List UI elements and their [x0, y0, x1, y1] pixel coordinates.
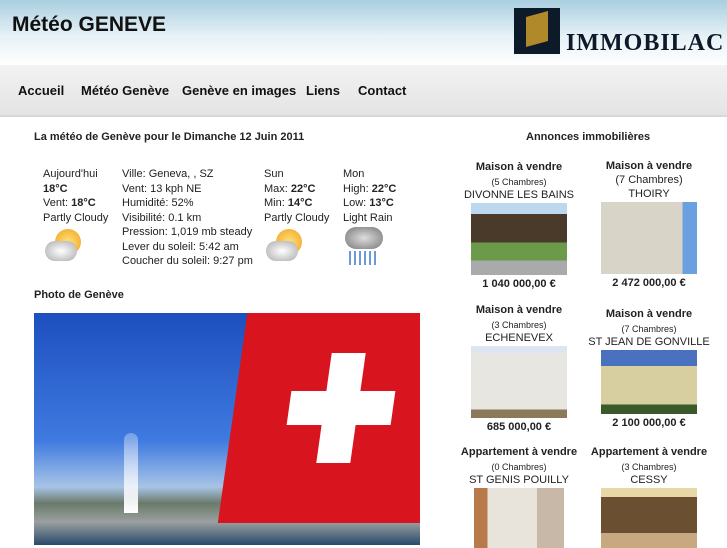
listing-rooms: (7 Chambres)	[615, 174, 683, 186]
weather-details: Ville: Geneva, , SZ Vent: 13 kph NE Humi…	[122, 167, 253, 269]
listing-photo[interactable]	[601, 488, 697, 548]
mon-min-label: Low:	[343, 197, 370, 209]
mon-min: 13°C	[369, 197, 394, 209]
detail-humidity: Humidité: 52%	[122, 197, 194, 209]
listing-rooms: (3 Chambres)	[491, 320, 547, 330]
detail-wind: Vent: 13 kph NE	[122, 182, 202, 195]
swiss-flag	[217, 313, 420, 523]
listing-price: 685 000,00 €	[486, 421, 552, 433]
listing-price: 1 040 000,00 €	[482, 278, 556, 290]
listing-city: ST JEAN DE GONVILLE	[588, 336, 710, 348]
listing-photo[interactable]	[471, 346, 567, 418]
listing-type: Appartement à vendre	[460, 446, 578, 458]
listing-photo[interactable]	[474, 488, 564, 548]
listing-rooms: (7 Chambres)	[621, 324, 677, 334]
listing-card[interactable]: Maison à vendre (7 Chambres) THOIRY 2 47…	[584, 160, 714, 289]
listing-city: ECHENEVEX	[485, 332, 553, 344]
listing-city: CESSY	[630, 474, 668, 486]
today-temp: 18°C	[43, 182, 68, 195]
main-nav: Accueil Météo Genève Genève en images Li…	[0, 65, 727, 117]
listing-type: Maison à vendre	[605, 160, 693, 172]
nav-liens[interactable]: Liens	[306, 83, 340, 98]
detail-sunrise: Lever du soleil: 5:42 am	[122, 240, 239, 253]
detail-visibility: Visibilité: 0.1 km	[122, 211, 202, 224]
listing-photo[interactable]	[601, 350, 697, 414]
sun-min-label: Min:	[264, 197, 288, 209]
today-label: Aujourd'hui	[43, 168, 98, 180]
nav-meteo-geneve[interactable]: Météo Genève	[81, 83, 169, 98]
listing-city: DIVONNE LES BAINS	[463, 189, 575, 201]
logo-gold-shape	[526, 11, 548, 47]
site-title: Météo GENEVE	[12, 13, 167, 36]
listing-card[interactable]: Maison à vendre (5 Chambres) DIVONNE LES…	[454, 161, 584, 290]
listing-rooms: (0 Chambres)	[491, 462, 547, 472]
today-wind: 18°C	[71, 197, 96, 209]
listing-type: Appartement à vendre	[590, 446, 708, 458]
nav-geneve-en-images[interactable]: Genève en images	[182, 83, 296, 98]
listing-type: Maison à vendre	[475, 304, 563, 316]
ads-heading: Annonces immobilières	[526, 131, 651, 143]
immobilac-logo[interactable]: IMMOBILAC	[514, 8, 724, 56]
listing-price: 2 472 000,00 €	[612, 277, 686, 289]
detail-sunset: Coucher du soleil: 9:27 pm	[122, 255, 253, 267]
light-rain-icon	[343, 225, 383, 265]
today-condition: Partly Cloudy	[43, 211, 109, 224]
detail-pressure: Pression: 1,019 mb steady	[122, 226, 253, 238]
jet-d-eau	[124, 433, 138, 513]
mon-max: 22°C	[371, 182, 397, 195]
mon-day: Mon	[343, 168, 365, 180]
partly-cloudy-icon	[43, 227, 83, 267]
weather-today: Aujourd'hui 18°C Vent: 18°C Partly Cloud…	[43, 167, 108, 225]
listing-price: 2 100 000,00 €	[612, 417, 686, 429]
forecast-sun: Sun Max: 22°C Min: 14°C Partly Cloudy	[264, 167, 329, 225]
logo-text: IMMOBILAC	[566, 30, 725, 56]
listing-photo[interactable]	[471, 203, 567, 275]
listing-card[interactable]: Maison à vendre (3 Chambres) ECHENEVEX 6…	[454, 304, 584, 433]
listing-card[interactable]: Appartement à vendre (3 Chambres) CESSY	[584, 446, 714, 548]
partly-cloudy-icon	[264, 227, 304, 267]
forecast-mon: Mon High: 22°C Low: 13°C Light Rain	[343, 167, 396, 225]
sun-max-label: Max:	[264, 182, 291, 195]
detail-city: Ville: Geneva, , SZ	[122, 168, 214, 180]
listing-card[interactable]: Maison à vendre (7 Chambres) ST JEAN DE …	[584, 308, 714, 429]
listing-card[interactable]: Appartement à vendre (0 Chambres) ST GEN…	[454, 446, 584, 548]
geneva-photo	[34, 313, 420, 545]
sun-condition: Partly Cloudy	[264, 211, 330, 224]
listing-photo[interactable]	[601, 202, 697, 274]
nav-contact[interactable]: Contact	[358, 83, 406, 98]
listing-city: ST GENIS POUILLY	[469, 474, 569, 486]
sun-max: 22°C	[290, 182, 316, 195]
listing-rooms: (3 Chambres)	[621, 462, 677, 472]
mon-max-label: High:	[343, 182, 372, 195]
sun-day: Sun	[264, 168, 284, 180]
nav-accueil[interactable]: Accueil	[18, 83, 64, 98]
listing-rooms: (5 Chambres)	[491, 177, 547, 187]
mon-condition: Light Rain	[343, 211, 393, 224]
listing-type: Maison à vendre	[475, 161, 563, 173]
header: Météo GENEVE IMMOBILAC	[0, 0, 727, 65]
listing-city: THOIRY	[628, 188, 670, 200]
listing-type: Maison à vendre	[605, 308, 693, 320]
weather-heading: La météo de Genève pour le Dimanche 12 J…	[34, 131, 305, 143]
photo-heading: Photo de Genève	[34, 289, 124, 301]
sun-min: 14°C	[287, 197, 313, 209]
today-wind-label: Vent:	[43, 197, 72, 209]
